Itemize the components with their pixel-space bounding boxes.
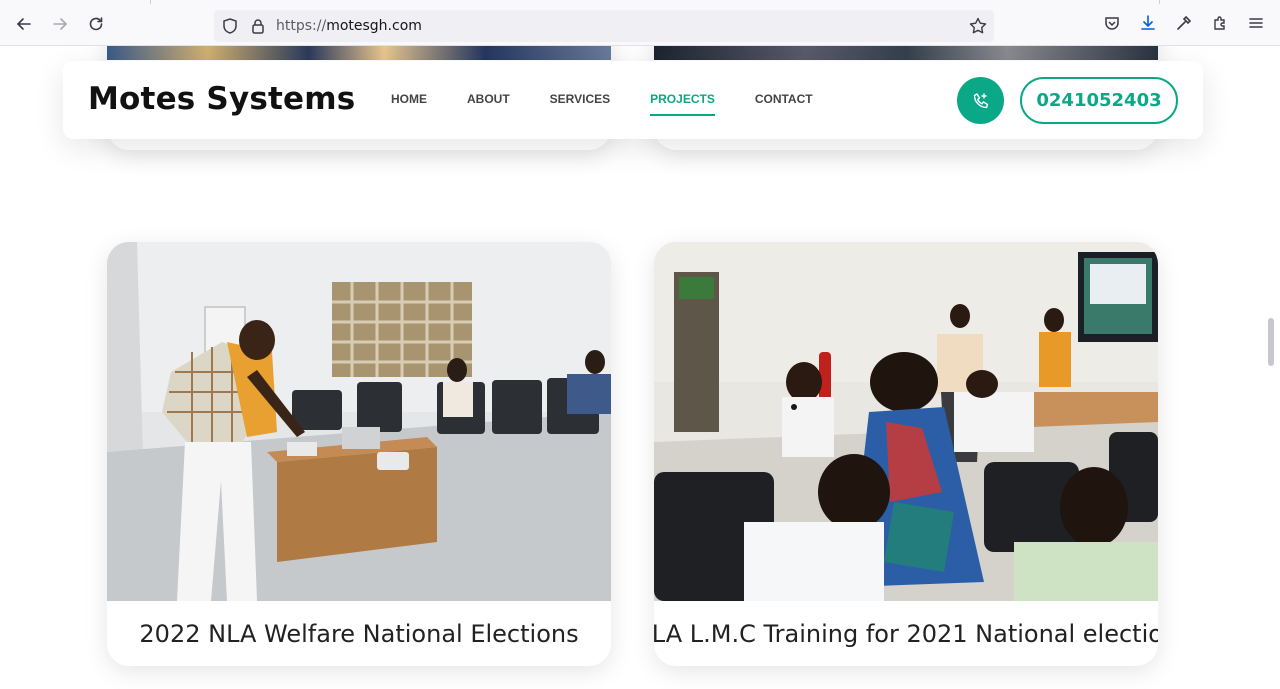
url-text[interactable]: https://motesgh.com <box>276 18 422 34</box>
project-photo-partial <box>654 46 1158 60</box>
url-bar[interactable]: https://motesgh.com <box>214 10 994 42</box>
phone-number-button[interactable]: 0241052403 <box>1020 77 1178 124</box>
shield-icon[interactable] <box>221 17 239 35</box>
call-button[interactable] <box>957 77 1004 124</box>
project-title: NLA L.M.C Training for 2021 National ele… <box>654 619 1158 648</box>
project-photo <box>654 242 1158 601</box>
nav-projects[interactable]: PROJECTS <box>650 92 715 116</box>
page-viewport: 2022 NLA Welfare National Elections NLA … <box>0 46 1280 689</box>
project-photo-image <box>107 242 611 601</box>
pocket-button[interactable] <box>1103 14 1123 34</box>
menu-button[interactable] <box>1247 14 1267 34</box>
downloads-button[interactable] <box>1139 14 1159 34</box>
eyedropper-icon <box>1177 15 1192 30</box>
project-card[interactable]: NLA L.M.C Training for 2021 National ele… <box>654 242 1158 666</box>
project-photo-partial <box>107 46 611 60</box>
nav-about[interactable]: ABOUT <box>467 92 510 106</box>
reload-icon <box>89 17 103 31</box>
bookmark-star-icon[interactable] <box>968 16 988 36</box>
nav-home[interactable]: HOME <box>391 92 427 106</box>
nav-services[interactable]: SERVICES <box>550 92 610 106</box>
puzzle-icon <box>1214 16 1225 30</box>
url-protocol: https:// <box>276 18 327 34</box>
project-photo <box>107 242 611 601</box>
url-host: motesgh.com <box>326 18 422 34</box>
brand-logo-text[interactable]: Motes Systems <box>88 81 355 117</box>
browser-toolbar: https://motesgh.com <box>0 0 1280 46</box>
site-header: Motes Systems HOME ABOUT SERVICES PROJEC… <box>63 61 1203 139</box>
reload-button[interactable] <box>84 12 108 36</box>
main-nav: HOME ABOUT SERVICES PROJECTS CONTACT <box>391 92 853 116</box>
tab-strip-edge <box>150 0 1160 4</box>
project-card[interactable]: 2022 NLA Welfare National Elections <box>107 242 611 666</box>
extensions-button[interactable] <box>1211 14 1231 34</box>
page-scrollbar-thumb[interactable] <box>1268 318 1274 366</box>
lock-icon[interactable] <box>249 17 267 35</box>
download-icon <box>1141 15 1155 30</box>
phone-call-icon <box>973 92 988 108</box>
project-photo-image <box>654 242 1158 601</box>
project-title: 2022 NLA Welfare National Elections <box>139 619 579 648</box>
nav-contact[interactable]: CONTACT <box>755 92 813 106</box>
forward-arrow-icon <box>53 18 68 30</box>
hamburger-menu-icon <box>1249 18 1263 28</box>
pocket-icon <box>1105 17 1119 30</box>
back-arrow-icon <box>16 18 31 30</box>
devtools-button[interactable] <box>1175 14 1195 34</box>
back-button[interactable] <box>12 12 36 36</box>
forward-button[interactable] <box>48 12 72 36</box>
